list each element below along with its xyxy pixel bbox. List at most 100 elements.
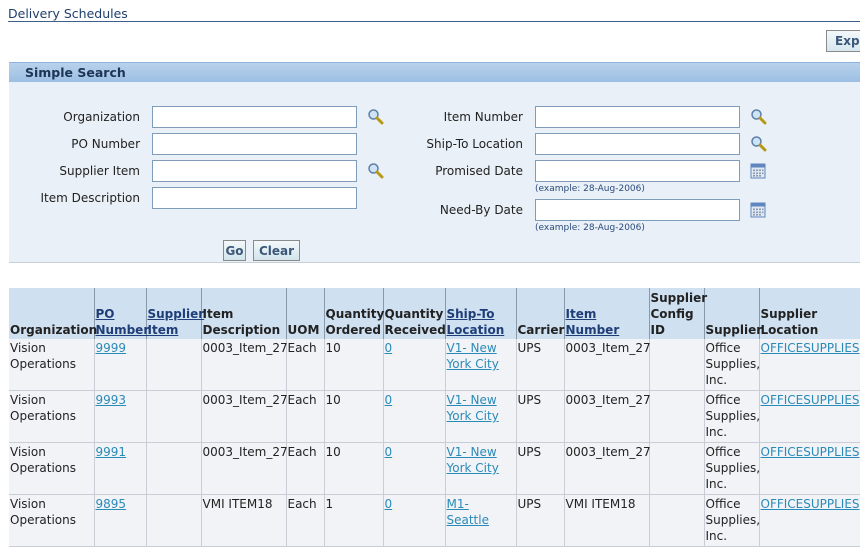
item-number-label: Item Number: [443, 110, 523, 124]
cell-uom: Each: [286, 339, 325, 391]
cell-organization: Vision Operations: [9, 442, 95, 495]
column-header-supplier: Supplier: [704, 288, 762, 339]
calendar-icon[interactable]: [749, 201, 767, 219]
ship-to-location-link[interactable]: M1- Seattle: [447, 497, 489, 527]
cell-supplier: Office Supplies, Inc.: [704, 390, 761, 443]
cell-quantity-ordered: 10: [324, 442, 384, 495]
supplier-item-input[interactable]: [152, 160, 357, 182]
item-description-input[interactable]: [152, 187, 357, 209]
item-description-text: VMI ITEM18: [202, 497, 273, 511]
promised-date-hint: (example: 28-Aug-2006): [535, 184, 645, 194]
quantity-received-link[interactable]: 0: [385, 393, 393, 407]
magnifier-icon[interactable]: [750, 108, 768, 126]
cell-supplier: Office Supplies, Inc.: [704, 442, 760, 495]
supplier-location-link[interactable]: OFFICESUPPLIES: [761, 393, 860, 407]
ship-to-location-input[interactable]: [535, 133, 740, 155]
cell-supplier-location: OFFICESUPPLIES: [759, 390, 860, 443]
column-header-quantity-received: Quantity Received: [383, 288, 446, 339]
cell-supplier-location: OFFICESUPPLIES: [759, 494, 860, 547]
cell-supplier-location: OFFICESUPPLIES: [759, 339, 860, 391]
supplier-location-link[interactable]: OFFICESUPPLIES: [761, 497, 860, 511]
organization-text: Vision Operations: [10, 445, 76, 475]
cell-quantity-ordered: 10: [324, 390, 384, 443]
po-number-link[interactable]: 9999: [96, 341, 127, 355]
column-header-po-number[interactable]: PO Number: [94, 288, 149, 339]
column-header-supplier-config-id: Supplier Config ID: [649, 288, 707, 339]
po-number-link[interactable]: 9895: [96, 497, 127, 511]
po-number-label: PO Number: [71, 137, 140, 151]
supplier-text: Office Supplies, Inc.: [705, 393, 761, 439]
item-description-text: 0003_Item_27: [202, 393, 288, 407]
need-by-date-input[interactable]: [535, 199, 740, 221]
item-number-text: VMI ITEM18: [565, 497, 636, 511]
cell-supplier: Office Supplies, Inc.: [704, 339, 761, 391]
need-by-date-label: Need-By Date: [439, 203, 523, 217]
ship-to-location-link[interactable]: V1- New York City: [447, 445, 499, 475]
cell-organization: Vision Operations: [9, 339, 95, 391]
column-header-item-number[interactable]: Item Number: [564, 288, 650, 339]
go-button[interactable]: Go: [223, 240, 246, 261]
cell-supplier-item: [146, 390, 202, 443]
po-number-link[interactable]: 9991: [96, 445, 127, 459]
ship-to-location-link[interactable]: V1- New York City: [447, 393, 499, 423]
cell-carrier: UPS: [516, 442, 565, 495]
quantity-received-link[interactable]: 0: [385, 341, 393, 355]
cell-supplier-item: [146, 442, 202, 495]
cell-quantity-ordered: 1: [324, 494, 384, 547]
quantity-ordered-text: 1: [325, 497, 334, 511]
table-row: Vision Operations 9993 0003_Item_27 Each…: [9, 390, 860, 443]
organization-text: Vision Operations: [10, 341, 76, 371]
magnifier-icon[interactable]: [367, 162, 385, 180]
cell-uom: Each: [286, 390, 325, 443]
ship-to-location-link[interactable]: V1- New York City: [447, 341, 499, 371]
quantity-ordered-text: 10: [325, 445, 341, 459]
cell-item-number: VMI ITEM18: [564, 494, 650, 547]
organization-text: Vision Operations: [10, 393, 76, 423]
cell-carrier: UPS: [516, 494, 565, 547]
quantity-received-link[interactable]: 0: [385, 445, 393, 459]
cell-supplier-config-id: [649, 390, 705, 443]
po-number-input[interactable]: [152, 133, 357, 155]
organization-input[interactable]: [152, 106, 357, 128]
uom-text: Each: [287, 393, 317, 407]
cell-supplier-location: OFFICESUPPLIES: [759, 442, 860, 495]
quantity-received-link[interactable]: 0: [385, 497, 393, 511]
item-number-text: 0003_Item_27: [565, 445, 651, 459]
supplier-location-link[interactable]: OFFICESUPPLIES: [761, 341, 860, 355]
cell-carrier: UPS: [516, 339, 565, 391]
magnifier-icon[interactable]: [367, 108, 385, 126]
cell-supplier: Office Supplies, Inc.: [704, 494, 760, 547]
carrier-text: UPS: [517, 393, 542, 407]
column-header-item-description: Item Description: [201, 288, 287, 339]
table-row: Vision Operations 9991 0003_Item_27 Each…: [9, 442, 860, 495]
export-button[interactable]: Export: [826, 30, 860, 52]
item-number-input[interactable]: [535, 106, 740, 128]
cell-item-description: 0003_Item_27: [201, 390, 288, 443]
uom-text: Each: [287, 445, 317, 459]
supplier-text: Office Supplies, Inc.: [705, 341, 761, 387]
cell-quantity-received: 0: [383, 339, 446, 391]
column-header-uom: UOM: [286, 288, 325, 339]
item-number-text: 0003_Item_27: [565, 393, 651, 407]
promised-date-input[interactable]: [535, 160, 740, 182]
column-header-ship-to-location[interactable]: Ship-To Location: [445, 288, 517, 339]
cell-ship-to-location: V1- New York City: [445, 339, 517, 391]
po-number-link[interactable]: 9993: [96, 393, 127, 407]
ship-to-location-label: Ship-To Location: [426, 137, 523, 151]
cell-ship-to-location: V1- New York City: [445, 442, 517, 495]
item-description-text: 0003_Item_27: [202, 445, 288, 459]
cell-supplier-config-id: [649, 494, 705, 547]
column-header-carrier: Carrier: [516, 288, 565, 339]
cell-quantity-received: 0: [383, 390, 446, 443]
magnifier-icon[interactable]: [750, 135, 768, 153]
column-header-quantity-ordered: Quantity Ordered: [324, 288, 384, 339]
supplier-location-link[interactable]: OFFICESUPPLIES: [761, 445, 860, 459]
calendar-icon[interactable]: [749, 162, 767, 180]
simple-search-region: Organization PO Number Supplier Item Ite…: [9, 82, 860, 263]
column-header-supplier-item[interactable]: Supplier Item: [146, 288, 204, 339]
item-description-label: Item Description: [40, 191, 140, 205]
delivery-schedules-table: Organization PO Number Supplier Item Ite…: [9, 288, 860, 547]
item-number-text: 0003_Item_27: [565, 341, 651, 355]
cell-po-number: 9993: [94, 390, 147, 443]
clear-button[interactable]: Clear: [253, 240, 300, 261]
